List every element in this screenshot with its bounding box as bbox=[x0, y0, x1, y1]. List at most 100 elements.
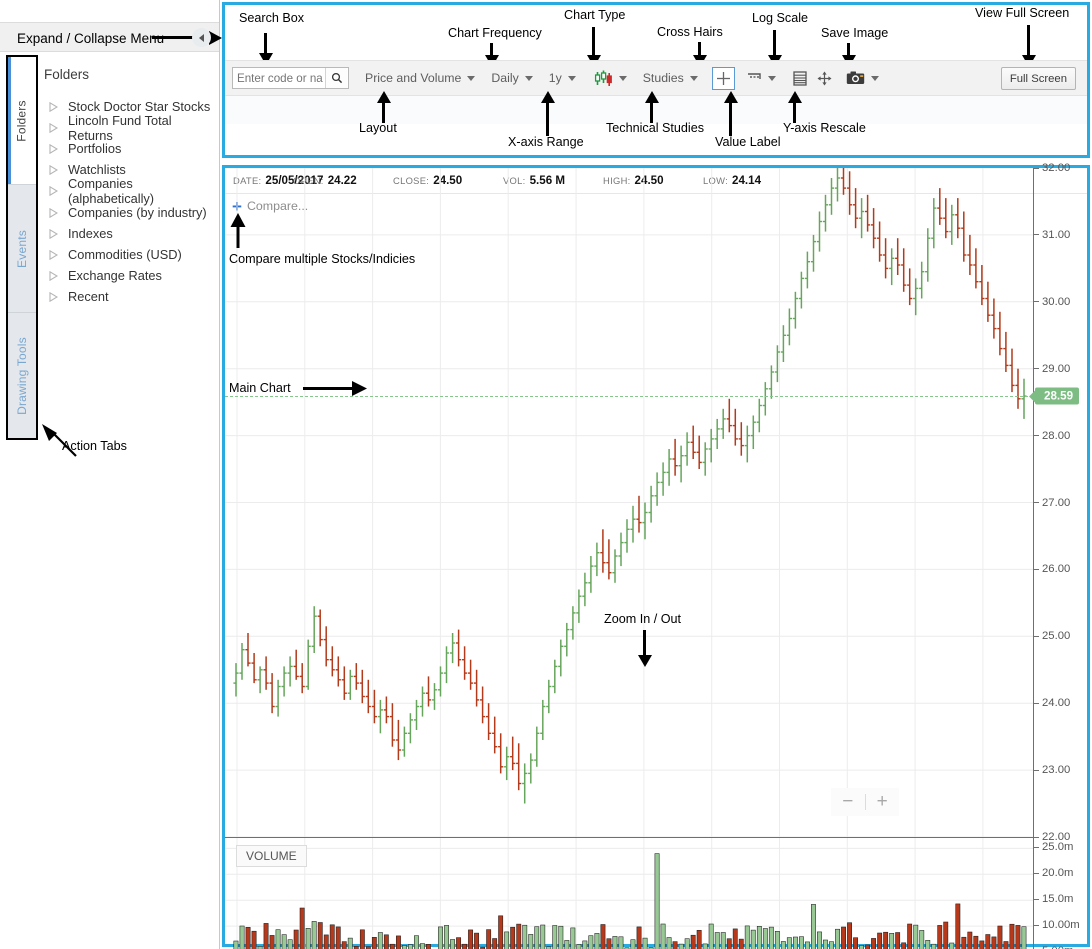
sidebar-tab-events[interactable]: Events bbox=[8, 185, 36, 313]
volume-y-axis[interactable]: 25.0m 20.0m 15.0m 10.00m 5.00m bbox=[1033, 837, 1087, 949]
full-screen-button[interactable]: Full Screen bbox=[1000, 67, 1076, 90]
move-resize-icon bbox=[817, 71, 832, 85]
chevron-down-icon bbox=[767, 75, 776, 81]
folder-item[interactable]: Portfolios bbox=[44, 138, 214, 159]
annotation-save-image: Save Image bbox=[821, 26, 889, 40]
save-image-dropdown[interactable] bbox=[846, 71, 879, 85]
annotation-arrow-main-chart bbox=[303, 387, 355, 390]
annotation-arrow-log-scale bbox=[767, 30, 782, 67]
layout-dropdown[interactable]: Price and Volume bbox=[365, 71, 476, 85]
collapse-menu-button[interactable] bbox=[192, 28, 211, 47]
chevron-right-icon[interactable] bbox=[49, 207, 58, 218]
folder-item[interactable]: Indexes bbox=[44, 223, 214, 244]
volume-pane[interactable] bbox=[225, 837, 1033, 949]
log-scale-icon bbox=[793, 70, 807, 86]
annotation-arrow-search-box bbox=[258, 33, 273, 65]
value-label-dropdown[interactable] bbox=[747, 72, 776, 85]
folder-item[interactable]: Recent bbox=[44, 286, 214, 307]
price-axis-tick: 29.00 bbox=[1034, 363, 1070, 375]
chevron-right-icon[interactable] bbox=[49, 165, 58, 176]
sidebar-tab-folders[interactable]: Folders bbox=[8, 57, 36, 185]
chevron-down-icon bbox=[524, 75, 533, 81]
chevron-down-icon bbox=[870, 75, 879, 81]
chart-type-dropdown[interactable] bbox=[594, 70, 627, 87]
price-axis-tick: 26.00 bbox=[1034, 563, 1070, 575]
price-axis-tick: 31.00 bbox=[1034, 229, 1070, 241]
price-axis-tick: 24.00 bbox=[1034, 697, 1070, 709]
log-scale-button[interactable] bbox=[793, 70, 807, 86]
annotation-arrow-value-label bbox=[723, 91, 738, 136]
annotation-view-full-screen: View Full Screen bbox=[975, 6, 1070, 20]
zoom-in-button[interactable]: + bbox=[865, 788, 899, 816]
folder-item-label: Exchange Rates bbox=[68, 267, 162, 283]
folder-item-label: Portfolios bbox=[68, 141, 122, 157]
folder-tree: Stock Doctor Star Stocks Lincoln Fund Tot… bbox=[44, 96, 214, 307]
chevron-right-icon[interactable] bbox=[49, 186, 58, 197]
crosshair-toggle-button[interactable] bbox=[711, 66, 735, 90]
folder-item[interactable]: Companies (alphabetically) bbox=[44, 176, 214, 206]
chevron-down-icon bbox=[567, 75, 576, 81]
annotation-arrow-main-chart-head bbox=[352, 381, 367, 396]
range-dropdown[interactable]: 1y bbox=[549, 71, 576, 85]
annotation-compare: Compare multiple Stocks/Indicies bbox=[229, 252, 416, 266]
sidebar-tab-events-label: Events bbox=[15, 229, 30, 268]
y-axis-rescale-button[interactable] bbox=[817, 71, 832, 86]
sidebar-tab-drawing-tools[interactable]: Drawing Tools bbox=[8, 313, 36, 438]
price-axis-tick: 25.00 bbox=[1034, 630, 1070, 642]
annotation-arrow-compare bbox=[230, 213, 246, 248]
search-button[interactable] bbox=[325, 68, 347, 88]
volume-chart-svg bbox=[225, 838, 1033, 949]
studies-dropdown[interactable]: Studies bbox=[643, 71, 698, 85]
toolbar-panel: Search Box Chart Frequency Chart Type Cr… bbox=[222, 2, 1090, 158]
annotation-arrow-chart-type bbox=[586, 27, 601, 67]
price-y-axis[interactable]: 32.00 31.00 30.00 29.00 28.00 27.00 26.00 25.00… bbox=[1033, 162, 1087, 843]
main-price-chart[interactable] bbox=[225, 158, 1033, 838]
chart-application-window: Expand / Collapse Menu Folders Events Dr… bbox=[0, 0, 1092, 949]
search-input[interactable] bbox=[233, 68, 325, 88]
search-box[interactable] bbox=[232, 67, 349, 89]
annotation-chart-type: Chart Type bbox=[564, 8, 626, 22]
annotation-search-box: Search Box bbox=[239, 11, 305, 25]
annotation-arrow-layout bbox=[376, 91, 391, 123]
sidebar-tab-folders-label: Folders bbox=[15, 99, 30, 142]
candlestick-icon bbox=[594, 70, 612, 86]
chevron-right-icon[interactable] bbox=[49, 249, 58, 260]
full-screen-label: Full Screen bbox=[1009, 72, 1067, 85]
expand-collapse-annotation: Expand / Collapse Menu bbox=[17, 31, 165, 46]
annotation-log-scale: Log Scale bbox=[752, 11, 809, 25]
volume-axis-tick: 15.0m bbox=[1034, 893, 1073, 905]
folder-item[interactable]: Exchange Rates bbox=[44, 265, 214, 286]
price-axis-tick: 23.00 bbox=[1034, 764, 1070, 776]
volume-axis-tick: 10.00m bbox=[1034, 919, 1080, 931]
last-close-dashed-line bbox=[225, 396, 1033, 398]
value-label-icon bbox=[747, 72, 761, 79]
chevron-right-icon[interactable] bbox=[49, 102, 58, 113]
annotation-arrow-view-full-screen bbox=[1021, 25, 1036, 67]
annotation-layout: Layout bbox=[359, 121, 397, 135]
annotation-arrow-chart-frequency bbox=[484, 43, 499, 67]
chevron-down-icon bbox=[618, 75, 627, 81]
annotation-main-chart: Main Chart bbox=[229, 381, 291, 395]
zoom-controls[interactable]: − + bbox=[831, 788, 899, 816]
camera-icon bbox=[846, 71, 864, 84]
annotation-arrow-save-image bbox=[841, 43, 856, 67]
annotation-cross-hairs: Cross Hairs bbox=[657, 25, 723, 39]
chart-panel: DATE: 25/05/2017 OPEN: 24.22 CLOSE: 24.50 VOL:… bbox=[222, 158, 1090, 949]
chevron-right-icon[interactable] bbox=[49, 144, 58, 155]
last-price-badge: 28.59 bbox=[1035, 387, 1080, 405]
zoom-out-button[interactable]: − bbox=[831, 788, 865, 816]
annotation-arrow-cross-hairs bbox=[692, 42, 707, 67]
frequency-dropdown[interactable]: Daily bbox=[491, 71, 533, 85]
chevron-right-icon[interactable] bbox=[49, 291, 58, 302]
folder-item[interactable]: Commodities (USD) bbox=[44, 244, 214, 265]
price-axis-tick: 27.00 bbox=[1034, 497, 1070, 509]
annotation-arrow-y-axis-rescale bbox=[787, 91, 802, 123]
chevron-right-icon[interactable] bbox=[49, 123, 58, 134]
layout-label: Price and Volume bbox=[365, 71, 462, 85]
folder-item[interactable]: Lincoln Fund Total Returns bbox=[44, 113, 214, 143]
folder-item[interactable]: Companies (by industry) bbox=[44, 201, 214, 222]
chevron-right-icon[interactable] bbox=[49, 270, 58, 281]
chevron-right-icon[interactable] bbox=[49, 228, 58, 239]
sidebar-tab-drawing-tools-label: Drawing Tools bbox=[15, 336, 29, 415]
chevron-left-icon bbox=[199, 33, 204, 42]
